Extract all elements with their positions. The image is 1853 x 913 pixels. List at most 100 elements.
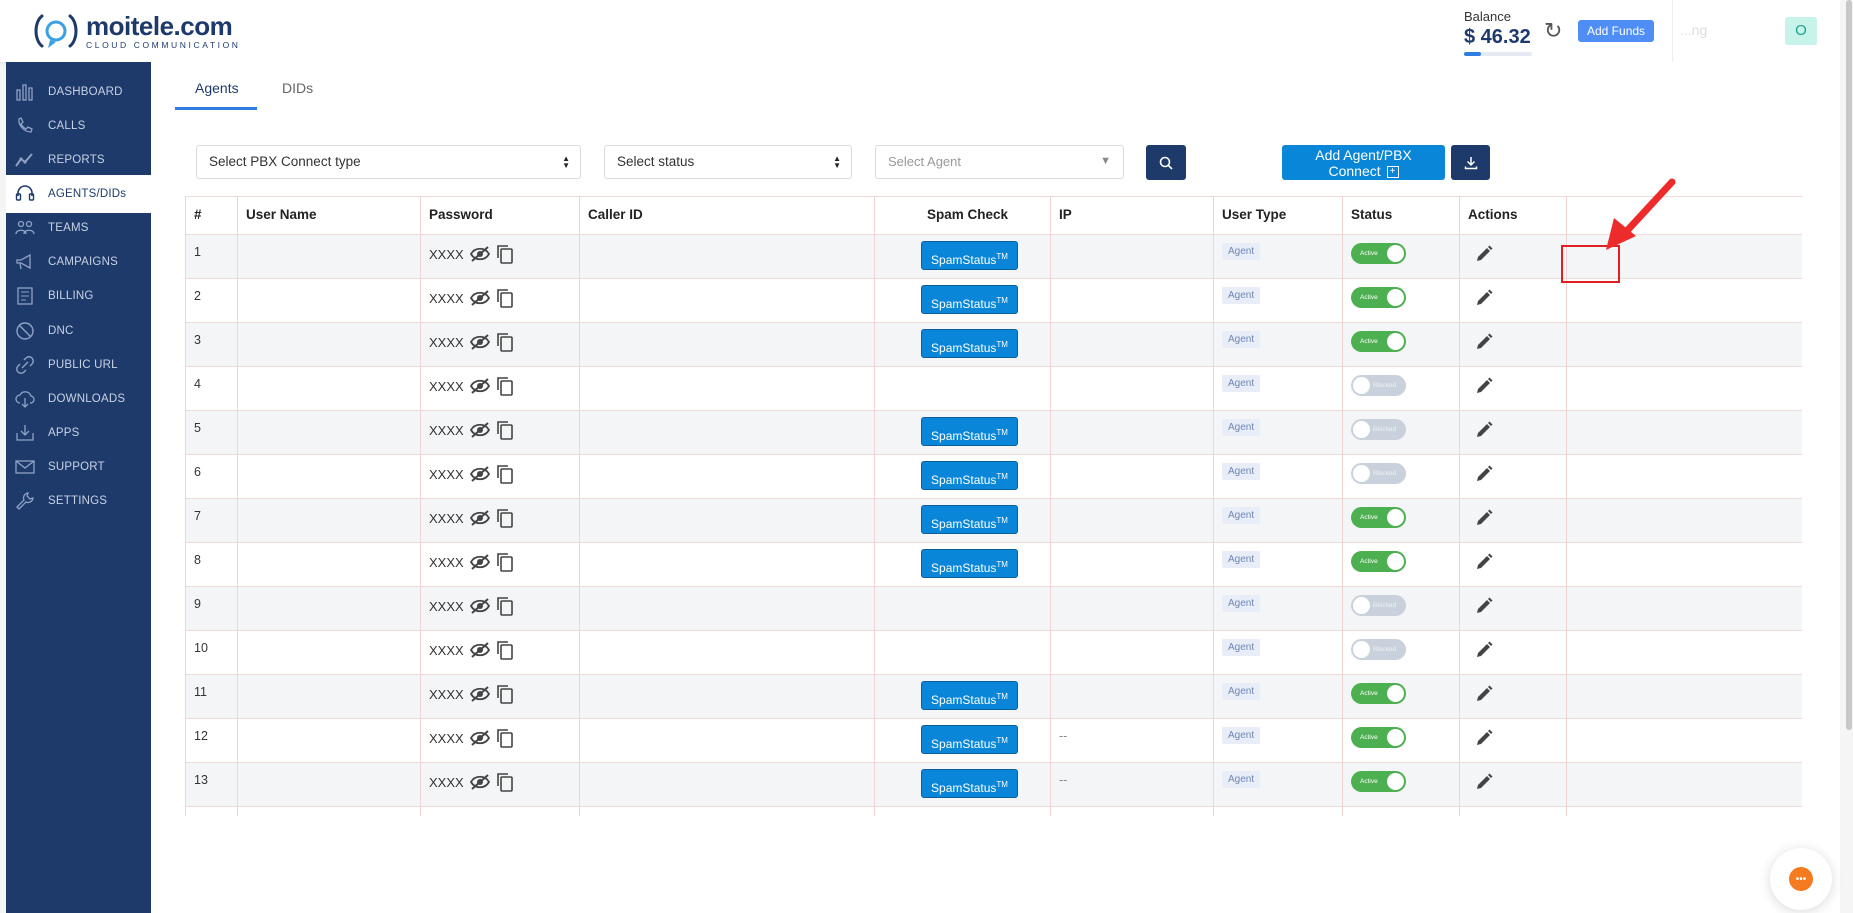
edit-pencil-icon[interactable]: [1475, 509, 1493, 527]
refresh-icon[interactable]: ↻: [1544, 18, 1562, 44]
avatar[interactable]: O: [1785, 17, 1817, 45]
copy-icon[interactable]: [495, 508, 515, 528]
spam-status-button[interactable]: SpamStatusTM: [921, 417, 1018, 446]
eye-off-icon[interactable]: [469, 466, 491, 482]
sidebar-item-dashboard[interactable]: DASHBOARD: [6, 73, 151, 111]
toggle-knob: [1387, 333, 1404, 350]
download-button[interactable]: [1451, 145, 1490, 180]
eye-off-icon[interactable]: [469, 554, 491, 570]
status-toggle[interactable]: Active: [1351, 771, 1406, 792]
copy-icon[interactable]: [495, 552, 515, 572]
spam-status-button[interactable]: SpamStatusTM: [921, 725, 1018, 754]
sidebar-item-agents-dids[interactable]: AGENTS/DIDs: [6, 175, 151, 213]
edit-pencil-icon[interactable]: [1475, 421, 1493, 439]
copy-icon[interactable]: [495, 684, 515, 704]
sidebar-item-campaigns[interactable]: CAMPAIGNS: [6, 243, 151, 281]
status-toggle[interactable]: Active: [1351, 243, 1406, 264]
edit-pencil-icon[interactable]: [1475, 641, 1493, 659]
spam-status-button[interactable]: SpamStatusTM: [921, 549, 1018, 578]
eye-off-icon[interactable]: [469, 730, 491, 746]
status-toggle[interactable]: Blocked: [1351, 375, 1406, 396]
eye-off-icon[interactable]: [469, 422, 491, 438]
search-button[interactable]: [1146, 145, 1186, 180]
eye-off-icon[interactable]: [469, 378, 491, 394]
copy-icon[interactable]: [495, 376, 515, 396]
sidebar-item-dnc[interactable]: DNC: [6, 312, 151, 350]
copy-icon[interactable]: [495, 332, 515, 352]
eye-off-icon[interactable]: [469, 642, 491, 658]
edit-pencil-icon[interactable]: [1475, 333, 1493, 351]
add-agent-button[interactable]: Add Agent/PBX Connect +: [1282, 145, 1445, 180]
chat-widget-button[interactable]: •••: [1770, 848, 1832, 910]
eye-off-icon[interactable]: [469, 246, 491, 262]
sidebar-item-apps[interactable]: APPS: [6, 414, 151, 452]
agent-select[interactable]: Select Agent ▼: [875, 145, 1124, 179]
status-toggle[interactable]: Active: [1351, 287, 1406, 308]
edit-pencil-icon[interactable]: [1475, 245, 1493, 263]
user-name[interactable]: ...ng: [1680, 22, 1707, 38]
eye-off-icon[interactable]: [469, 290, 491, 306]
copy-icon[interactable]: [495, 464, 515, 484]
status-toggle[interactable]: Active: [1351, 683, 1406, 704]
edit-pencil-icon[interactable]: [1475, 465, 1493, 483]
status-toggle[interactable]: Active: [1351, 331, 1406, 352]
copy-icon[interactable]: [495, 640, 515, 660]
toggle-knob: [1387, 729, 1404, 746]
status-toggle[interactable]: Blocked: [1351, 639, 1406, 660]
spam-status-button[interactable]: SpamStatusTM: [921, 241, 1018, 270]
copy-icon[interactable]: [495, 244, 515, 264]
eye-off-icon[interactable]: [469, 598, 491, 614]
table-header-row: # User Name Password Caller ID Spam Check IP U…: [185, 196, 1802, 234]
edit-pencil-icon[interactable]: [1475, 377, 1493, 395]
link-icon: [14, 354, 36, 376]
status-select[interactable]: Select status ▲ ▼: [604, 145, 852, 179]
sidebar-item-downloads[interactable]: DOWNLOADS: [6, 380, 151, 418]
edit-pencil-icon[interactable]: [1475, 773, 1493, 791]
edit-pencil-icon[interactable]: [1475, 553, 1493, 571]
copy-icon[interactable]: [495, 728, 515, 748]
password-cell: XXXX: [429, 288, 515, 308]
status-toggle[interactable]: Blocked: [1351, 463, 1406, 484]
edit-pencil-icon[interactable]: [1475, 597, 1493, 615]
sidebar-item-calls[interactable]: CALLS: [6, 107, 151, 145]
edit-pencil-icon[interactable]: [1475, 685, 1493, 703]
sidebar-item-support[interactable]: SUPPORT: [6, 448, 151, 486]
edit-pencil-icon[interactable]: [1475, 729, 1493, 747]
spam-status-button[interactable]: SpamStatusTM: [921, 769, 1018, 798]
sidebar-item-public-url[interactable]: PUBLIC URL: [6, 346, 151, 384]
status-toggle[interactable]: Blocked: [1351, 595, 1406, 616]
status-toggle[interactable]: Active: [1351, 551, 1406, 572]
spam-status-button[interactable]: SpamStatusTM: [921, 285, 1018, 314]
spam-status-button[interactable]: SpamStatusTM: [921, 505, 1018, 534]
tab-agents[interactable]: Agents: [195, 80, 239, 96]
eye-off-icon[interactable]: [469, 774, 491, 790]
sidebar-item-reports[interactable]: REPORTS: [6, 141, 151, 179]
spam-status-button[interactable]: SpamStatusTM: [921, 461, 1018, 490]
toggle-knob: [1353, 597, 1370, 614]
status-toggle[interactable]: Blocked: [1351, 419, 1406, 440]
sidebar-item-teams[interactable]: TEAMS: [6, 209, 151, 247]
eye-off-icon[interactable]: [469, 686, 491, 702]
sidebar-item-billing[interactable]: BILLING: [6, 277, 151, 315]
status-toggle[interactable]: Active: [1351, 727, 1406, 748]
row-number: 6: [194, 465, 201, 479]
copy-icon[interactable]: [495, 772, 515, 792]
eye-off-icon[interactable]: [469, 510, 491, 526]
table-row: 13 XXXX SpamStatusTM -- Agent Active: [185, 762, 1802, 806]
row-divider: [185, 196, 1802, 197]
status-toggle[interactable]: Active: [1351, 507, 1406, 528]
copy-icon[interactable]: [495, 288, 515, 308]
tab-dids[interactable]: DIDs: [282, 80, 313, 96]
page-scrollbar-thumb[interactable]: [1846, 0, 1852, 730]
copy-icon[interactable]: [495, 420, 515, 440]
sidebar-item-settings[interactable]: SETTINGS: [6, 482, 151, 520]
spam-status-button[interactable]: SpamStatusTM: [921, 329, 1018, 358]
eye-off-icon[interactable]: [469, 334, 491, 350]
spam-status-button[interactable]: SpamStatusTM: [921, 681, 1018, 710]
pbx-type-select[interactable]: Select PBX Connect type ▲ ▼: [196, 145, 581, 179]
copy-icon[interactable]: [495, 596, 515, 616]
edit-pencil-icon[interactable]: [1475, 289, 1493, 307]
header-spamcheck: Spam Check: [927, 207, 1009, 222]
add-funds-button[interactable]: Add Funds: [1578, 20, 1655, 42]
brand-logo[interactable]: moitele.com CLOUD COMMUNICATION: [28, 10, 241, 52]
